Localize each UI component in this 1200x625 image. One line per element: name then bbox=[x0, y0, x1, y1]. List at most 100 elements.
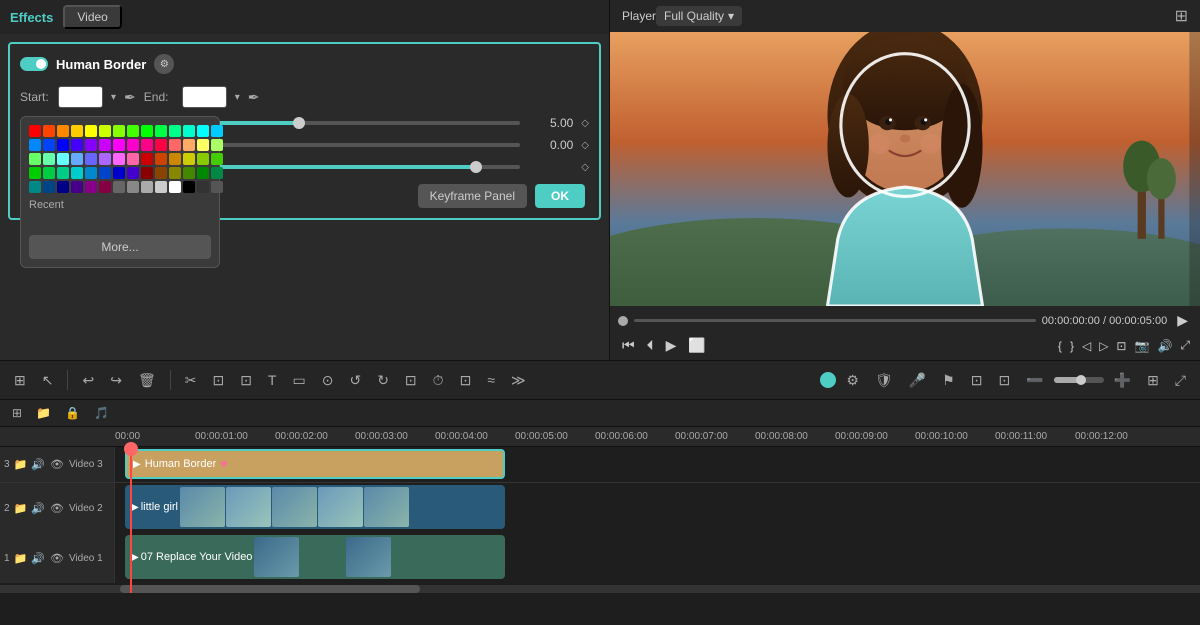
expand-icon[interactable]: ⤢ bbox=[1178, 336, 1192, 355]
tool-plus[interactable]: ➕ bbox=[1108, 368, 1137, 393]
tool-shield[interactable]: 🛡 bbox=[869, 368, 899, 393]
color-cell[interactable] bbox=[29, 125, 41, 137]
color-cell[interactable] bbox=[155, 153, 167, 165]
color-cell[interactable] bbox=[113, 125, 125, 137]
color-cell[interactable] bbox=[141, 153, 153, 165]
skip-back-btn[interactable]: ⏮ bbox=[618, 335, 639, 356]
track-2-vis[interactable]: 👁 bbox=[49, 501, 65, 516]
tool-transform[interactable]: ⊡ bbox=[234, 368, 258, 393]
color-cell[interactable] bbox=[113, 153, 125, 165]
clip-human-border[interactable]: ▶ Human Border ♥ bbox=[125, 449, 505, 479]
more-colors-btn[interactable]: More... bbox=[29, 235, 211, 259]
color-cell[interactable] bbox=[183, 181, 195, 193]
color-cell[interactable] bbox=[71, 167, 83, 179]
color-cell[interactable] bbox=[113, 139, 125, 151]
color-cell[interactable] bbox=[169, 167, 181, 179]
color-cell[interactable] bbox=[141, 181, 153, 193]
color-cell[interactable] bbox=[43, 181, 55, 193]
end-dropdown-arrow[interactable]: ▾ bbox=[235, 92, 240, 103]
tool-crop[interactable]: ⊡ bbox=[206, 368, 230, 393]
color-cell[interactable] bbox=[113, 167, 125, 179]
tool-fx[interactable]: ≈ bbox=[481, 368, 501, 392]
stop-btn[interactable]: ⬜ bbox=[684, 335, 709, 356]
camera-icon[interactable]: 📷 bbox=[1132, 337, 1151, 355]
track-3-audio[interactable]: 🔊 bbox=[31, 458, 45, 471]
color-cell[interactable] bbox=[183, 153, 195, 165]
color-cell[interactable] bbox=[169, 139, 181, 151]
color-cell[interactable] bbox=[197, 153, 209, 165]
effect-settings-btn[interactable]: ⚙ bbox=[154, 54, 174, 74]
color-cell[interactable] bbox=[141, 167, 153, 179]
tool-cut[interactable]: ✂ bbox=[179, 368, 203, 393]
color-cell[interactable] bbox=[57, 153, 69, 165]
color-cell[interactable] bbox=[211, 139, 223, 151]
end-eyedropper[interactable]: ✒ bbox=[248, 89, 260, 106]
color-cell[interactable] bbox=[71, 139, 83, 151]
color-cell[interactable] bbox=[57, 139, 69, 151]
color-cell[interactable] bbox=[99, 181, 111, 193]
color-cell[interactable] bbox=[197, 181, 209, 193]
track-1-audio[interactable]: 🔊 bbox=[31, 552, 45, 565]
grid-layout-icon[interactable]: ⊞ bbox=[1175, 8, 1188, 25]
color-cell[interactable] bbox=[85, 139, 97, 151]
start-color-swatch[interactable] bbox=[58, 86, 103, 108]
color-cell[interactable] bbox=[71, 125, 83, 137]
color-cell[interactable] bbox=[57, 125, 69, 137]
tool-grid-layout[interactable]: ⊞ bbox=[1141, 368, 1165, 393]
track-1-folder[interactable]: 📁 bbox=[14, 552, 28, 565]
color-cell[interactable] bbox=[211, 153, 223, 165]
color-cell[interactable] bbox=[85, 181, 97, 193]
track-3-folder[interactable]: 📁 bbox=[14, 458, 28, 471]
color-cell[interactable] bbox=[57, 181, 69, 193]
color-cell[interactable] bbox=[71, 153, 83, 165]
tool-expand[interactable]: ⤢ bbox=[1169, 368, 1192, 393]
tool-clip[interactable]: ⊡ bbox=[454, 368, 478, 393]
tool-circle[interactable]: ⊙ bbox=[316, 368, 340, 393]
tl-folder-btn[interactable]: 📁 bbox=[32, 404, 55, 422]
tool-caption[interactable]: ⊡ bbox=[965, 368, 989, 393]
color-cell[interactable] bbox=[29, 167, 41, 179]
color-cell[interactable] bbox=[29, 153, 41, 165]
color-cell[interactable] bbox=[169, 125, 181, 137]
color-cell[interactable] bbox=[43, 167, 55, 179]
clip-replace-video[interactable]: ▶ 07 Replace Your Video bbox=[125, 535, 505, 579]
color-cell[interactable] bbox=[127, 139, 139, 151]
ok-btn[interactable]: OK bbox=[535, 184, 585, 208]
color-cell[interactable] bbox=[99, 153, 111, 165]
color-cell[interactable] bbox=[127, 125, 139, 137]
color-cell[interactable] bbox=[43, 153, 55, 165]
color-cell[interactable] bbox=[197, 167, 209, 179]
quality-dropdown[interactable]: Full Quality ▾ bbox=[656, 6, 742, 26]
color-cell[interactable] bbox=[71, 181, 83, 193]
color-cell[interactable] bbox=[57, 167, 69, 179]
playhead-circle[interactable] bbox=[618, 316, 628, 326]
track-3-vis[interactable]: 👁 bbox=[49, 457, 65, 472]
track-2-folder[interactable]: 📁 bbox=[14, 502, 28, 515]
track-2-audio[interactable]: 🔊 bbox=[31, 502, 45, 515]
tool-screen[interactable]: ⊡ bbox=[992, 368, 1016, 393]
tl-audio-btn[interactable]: 🎵 bbox=[90, 404, 113, 422]
tool-settings-r1[interactable]: ⚙ bbox=[840, 368, 865, 393]
monitor-icon[interactable]: ⊡ bbox=[1114, 337, 1128, 355]
tool-mic[interactable]: 🎤 bbox=[903, 368, 932, 393]
effect-toggle[interactable] bbox=[20, 57, 48, 71]
arrow-right-icon[interactable]: ▷ bbox=[1097, 337, 1110, 355]
color-cell[interactable] bbox=[29, 181, 41, 193]
tool-grid[interactable]: ⊞ bbox=[8, 368, 32, 393]
color-cell[interactable] bbox=[29, 139, 41, 151]
tool-text[interactable]: T bbox=[262, 368, 283, 392]
opacity-keyframe-diamond[interactable]: ◇ bbox=[581, 162, 589, 173]
color-cell[interactable] bbox=[183, 139, 195, 151]
tool-rotate-ccw[interactable]: ↺ bbox=[343, 368, 367, 393]
keyframe-panel-btn[interactable]: Keyframe Panel bbox=[418, 184, 527, 208]
fullscreen-btn[interactable]: ▶ bbox=[1173, 310, 1192, 331]
scrollbar-thumb[interactable] bbox=[120, 585, 420, 593]
color-cell[interactable] bbox=[141, 139, 153, 151]
color-cell[interactable] bbox=[155, 181, 167, 193]
color-cell[interactable] bbox=[197, 125, 209, 137]
tool-delete[interactable]: 🗑 bbox=[132, 368, 162, 393]
color-cell[interactable] bbox=[85, 153, 97, 165]
track-1-vis[interactable]: 👁 bbox=[49, 551, 65, 566]
color-cell[interactable] bbox=[155, 167, 167, 179]
tool-box[interactable]: ⊡ bbox=[399, 368, 423, 393]
